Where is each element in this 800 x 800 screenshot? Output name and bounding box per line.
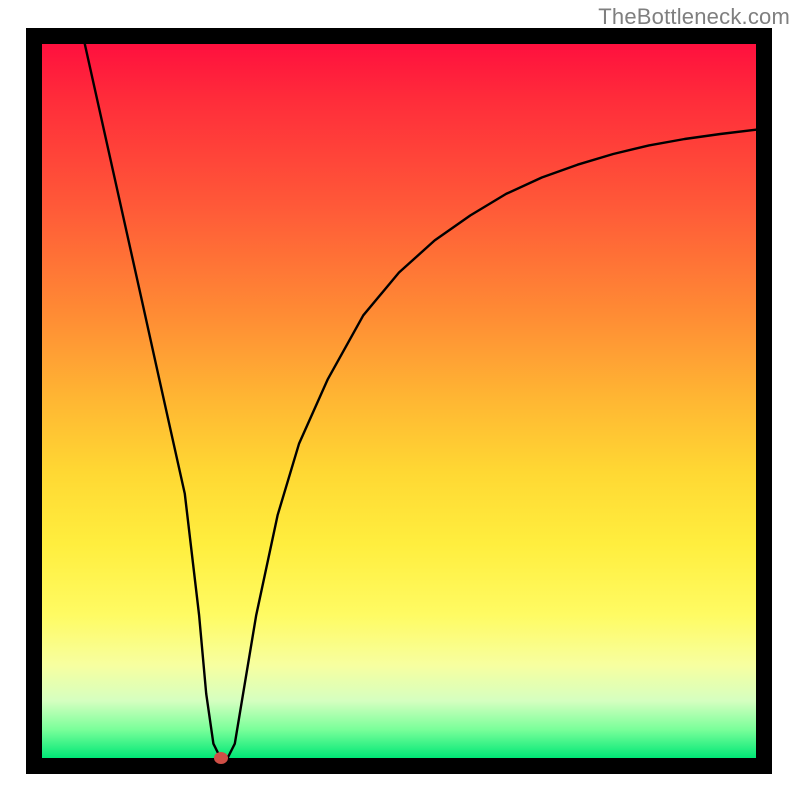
watermark-text: TheBottleneck.com (598, 4, 790, 30)
chart-frame (26, 28, 772, 774)
plot-area (42, 44, 756, 758)
bottleneck-curve (42, 44, 756, 758)
minimum-marker (214, 752, 228, 764)
chart-stage: TheBottleneck.com (0, 0, 800, 800)
